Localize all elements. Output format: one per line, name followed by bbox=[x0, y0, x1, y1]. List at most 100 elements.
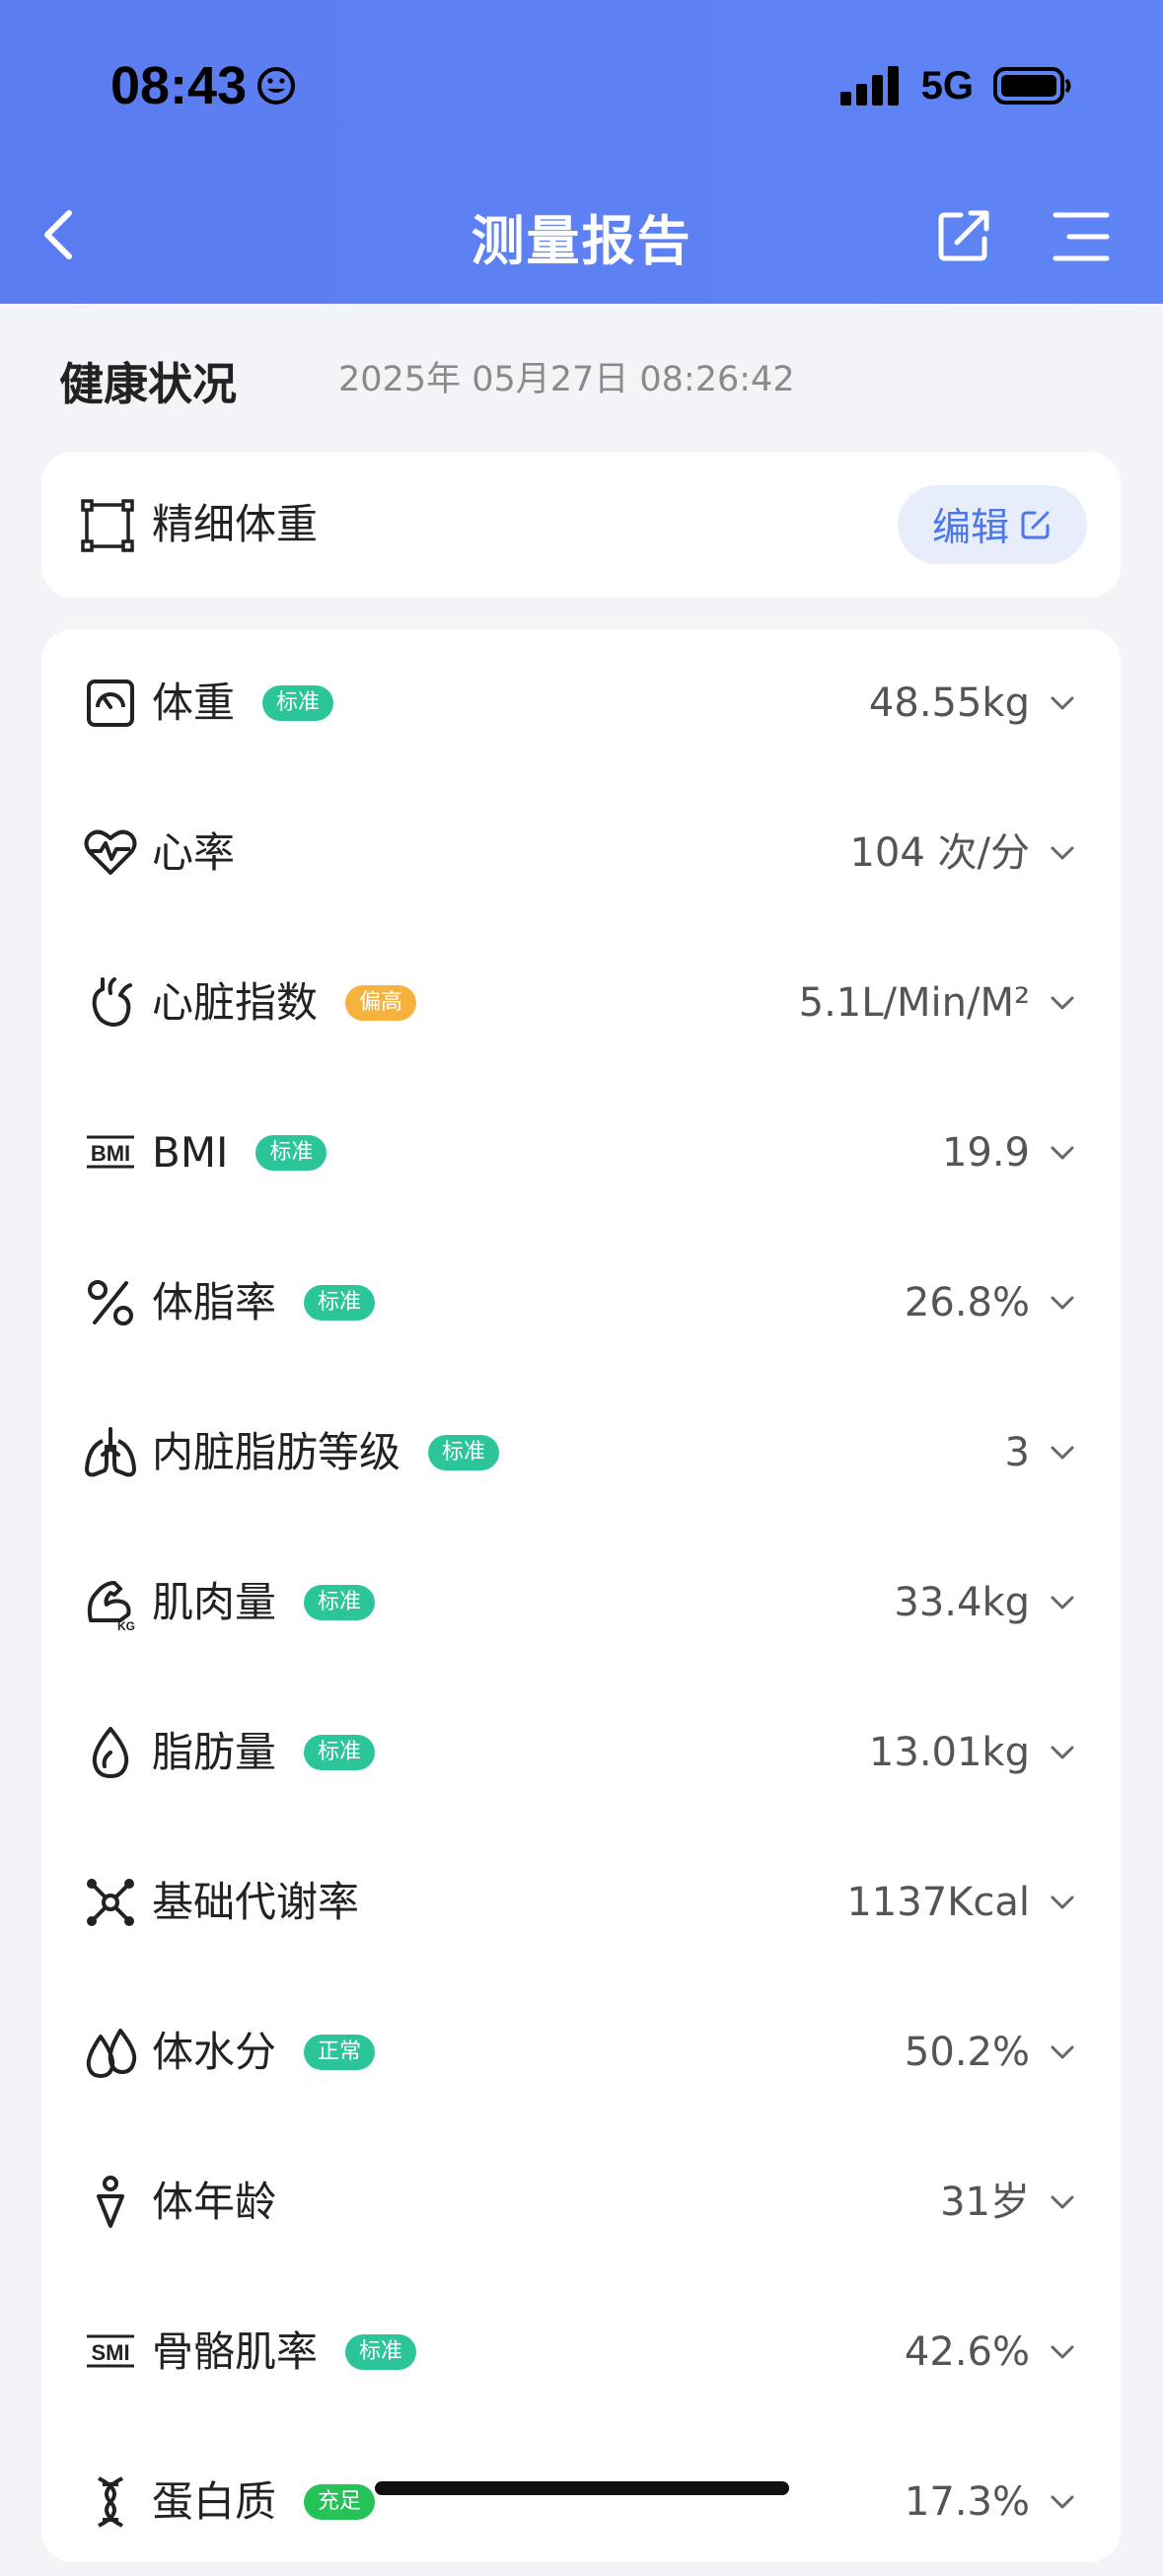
chevron-down-icon[interactable] bbox=[1048, 1138, 1077, 1168]
metric-name-label: 体年龄 bbox=[152, 2178, 277, 2226]
chevron-down-icon[interactable] bbox=[1048, 2187, 1077, 2217]
muscle-icon: KG bbox=[87, 1581, 135, 1632]
metric-name: 心率 bbox=[152, 823, 235, 883]
bmi-icon: BMI bbox=[87, 1135, 134, 1169]
status-badge: 充足 bbox=[304, 2484, 376, 2520]
metric-row[interactable]: 体年龄 31岁 bbox=[41, 2128, 1121, 2276]
metric-row[interactable]: 体水分 正常 50.2% bbox=[41, 1978, 1121, 2126]
heart-rate-icon bbox=[84, 829, 137, 875]
status-badge: 标准 bbox=[428, 1435, 500, 1470]
metric-name: 蛋白质 充足 bbox=[152, 2472, 376, 2532]
status-indicators: 5G bbox=[839, 61, 1072, 110]
metric-name: 脂肪量 标准 bbox=[152, 1723, 376, 1782]
chevron-down-icon[interactable] bbox=[1048, 988, 1077, 1018]
svg-text:SMI: SMI bbox=[91, 2340, 129, 2365]
status-badge: 标准 bbox=[262, 685, 334, 721]
metric-value: 33.4kg bbox=[894, 1580, 1030, 1625]
chevron-down-icon[interactable] bbox=[1048, 2038, 1077, 2067]
metric-name-label: 基础代谢率 bbox=[152, 1878, 360, 1926]
fine-weight-card: 精细体重 编辑 bbox=[41, 452, 1121, 598]
metric-value: 13.01kg bbox=[868, 1730, 1030, 1775]
water-drops-icon bbox=[86, 2029, 137, 2078]
metric-row[interactable]: 内脏脂肪等级 标准 3 bbox=[41, 1379, 1121, 1527]
metric-name-label: 体水分 bbox=[152, 2028, 277, 2076]
chevron-down-icon[interactable] bbox=[1048, 1588, 1077, 1617]
metric-name: 体年龄 bbox=[152, 2173, 276, 2232]
chevron-down-icon[interactable] bbox=[1048, 2337, 1077, 2367]
weight-scale-icon bbox=[87, 680, 134, 727]
chevron-down-icon[interactable] bbox=[1048, 1438, 1077, 1467]
chevron-down-icon[interactable] bbox=[1048, 838, 1077, 868]
chevron-down-icon[interactable] bbox=[1048, 688, 1077, 718]
chevron-down-icon[interactable] bbox=[1048, 2487, 1077, 2517]
metric-name: 体水分 正常 bbox=[152, 2023, 376, 2082]
metric-name-label: 脂肪量 bbox=[152, 1728, 277, 1776]
metric-value: 26.8% bbox=[904, 1280, 1030, 1325]
smi-icon: SMI bbox=[87, 2334, 134, 2368]
header-bar: 08:43 5G 测量报告 bbox=[0, 0, 1163, 304]
metric-row[interactable]: BMI BMI 标准 19.9 bbox=[41, 1079, 1121, 1227]
share-icon[interactable] bbox=[935, 205, 994, 264]
metric-name-label: 心率 bbox=[152, 828, 236, 877]
metric-row[interactable]: 蛋白质 充足 17.3% bbox=[41, 2428, 1121, 2576]
person-icon bbox=[97, 2176, 124, 2228]
edit-button-label: 编辑 bbox=[931, 506, 1009, 550]
fat-drop-icon bbox=[92, 1727, 129, 1778]
molecule-icon bbox=[87, 1879, 134, 1926]
clock-text: 08:43 bbox=[110, 56, 248, 115]
metric-row[interactable]: 基础代谢率 1137Kcal bbox=[41, 1828, 1121, 1976]
chevron-down-icon[interactable] bbox=[1048, 1288, 1077, 1318]
status-badge: 标准 bbox=[304, 1285, 376, 1321]
status-badge: 标准 bbox=[255, 1135, 327, 1171]
metric-name-label: 肌肉量 bbox=[152, 1578, 277, 1626]
metric-row[interactable]: 心率 104 次/分 bbox=[41, 779, 1121, 927]
edit-icon bbox=[1021, 511, 1050, 539]
status-badge: 正常 bbox=[304, 2035, 376, 2070]
metric-name-label: 蛋白质 bbox=[152, 2477, 277, 2526]
status-time: 08:43 bbox=[110, 51, 296, 120]
lungs-icon bbox=[85, 1427, 136, 1477]
metric-name-label: 体重 bbox=[152, 679, 236, 727]
status-badge: 偏高 bbox=[345, 985, 417, 1021]
edit-button[interactable]: 编辑 bbox=[898, 485, 1087, 564]
svg-text:KG: KG bbox=[117, 1619, 135, 1632]
metric-name-label: BMI bbox=[152, 1128, 229, 1177]
home-indicator bbox=[375, 2481, 789, 2495]
menu-icon[interactable] bbox=[1052, 209, 1111, 264]
metric-row[interactable]: 心脏指数 偏高 5.1L/Min/M² bbox=[41, 929, 1121, 1077]
dna-icon bbox=[98, 2476, 123, 2528]
status-badge: 标准 bbox=[304, 1735, 376, 1770]
chevron-down-icon[interactable] bbox=[1048, 1738, 1077, 1767]
smiley-icon bbox=[257, 67, 296, 105]
metric-name-label: 体脂率 bbox=[152, 1278, 277, 1326]
section-header: 健康状况 bbox=[59, 345, 237, 414]
metric-row[interactable]: KG 肌肉量 标准 33.4kg bbox=[41, 1529, 1121, 1677]
metric-name-label: 心脏指数 bbox=[152, 978, 319, 1027]
metric-value: 50.2% bbox=[904, 2030, 1030, 2075]
status-badge: 标准 bbox=[304, 1585, 376, 1620]
signal-icon bbox=[839, 66, 899, 106]
metric-row[interactable]: 体重 标准 48.55kg bbox=[41, 629, 1121, 777]
metric-value: 17.3% bbox=[904, 2479, 1030, 2525]
metric-row[interactable]: 体脂率 标准 26.8% bbox=[41, 1229, 1121, 1377]
metric-row[interactable]: SMI 骨骼肌率 标准 42.6% bbox=[41, 2278, 1121, 2426]
metric-value: 5.1L/Min/M² bbox=[798, 980, 1030, 1026]
metric-value: 1137Kcal bbox=[846, 1880, 1030, 1925]
metric-value: 3 bbox=[1004, 1430, 1030, 1475]
metric-name: 基础代谢率 bbox=[152, 1873, 359, 1932]
metric-name: 肌肉量 标准 bbox=[152, 1573, 376, 1632]
chevron-down-icon[interactable] bbox=[1048, 1888, 1077, 1917]
metrics-card: 体重 标准 48.55kg 心率 104 次/分心脏指数 偏高 5.1L/Min/M² BMI… bbox=[41, 629, 1121, 2562]
metric-value: 19.9 bbox=[941, 1130, 1030, 1176]
metric-value: 104 次/分 bbox=[849, 830, 1030, 876]
metric-value: 42.6% bbox=[904, 2329, 1030, 2375]
metric-name: 骨骼肌率 标准 bbox=[152, 2323, 417, 2382]
section-title: 健康状况 bbox=[59, 357, 238, 410]
metric-name: 体脂率 标准 bbox=[152, 1273, 376, 1332]
fine-weight-label: 精细体重 bbox=[152, 500, 319, 548]
metric-name: 体重 标准 bbox=[152, 674, 334, 733]
crop-frame-icon bbox=[81, 499, 134, 552]
metric-name: 心脏指数 偏高 bbox=[152, 973, 417, 1033]
heart-icon bbox=[92, 977, 132, 1028]
metric-row[interactable]: 脂肪量 标准 13.01kg bbox=[41, 1679, 1121, 1826]
